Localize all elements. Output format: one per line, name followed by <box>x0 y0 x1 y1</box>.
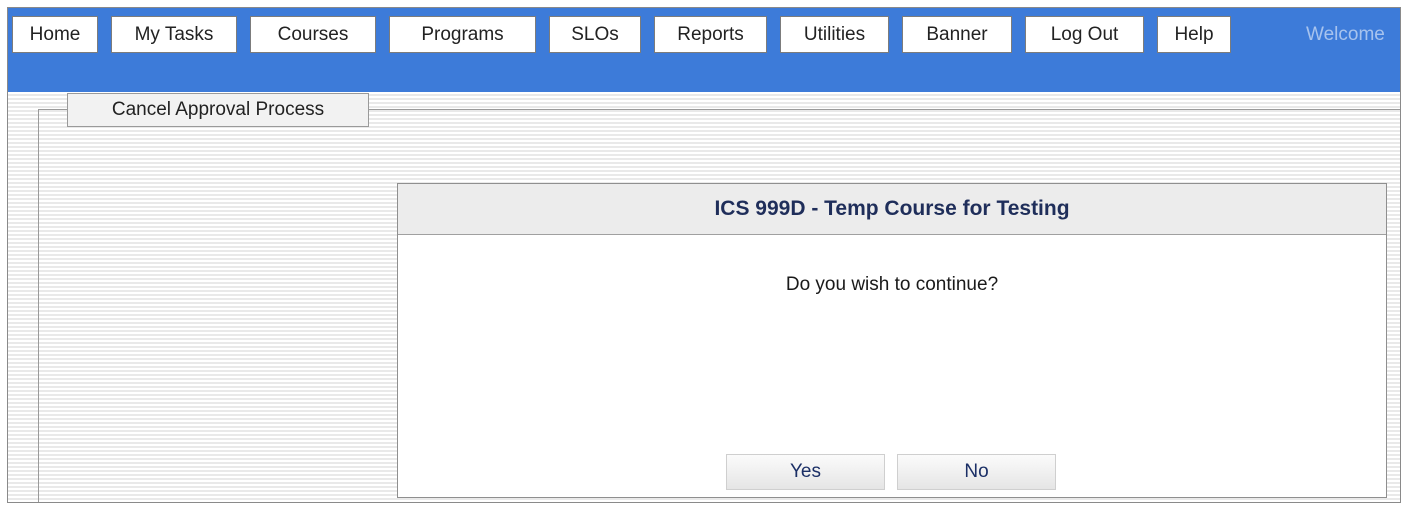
nav-courses-button[interactable]: Courses <box>250 16 376 53</box>
cancel-approval-process-button[interactable]: Cancel Approval Process <box>67 93 369 127</box>
nav-log-out-button[interactable]: Log Out <box>1025 16 1144 53</box>
nav-help-button[interactable]: Help <box>1157 16 1231 53</box>
nav-my-tasks-button[interactable]: My Tasks <box>111 16 237 53</box>
nav-programs-button[interactable]: Programs <box>389 16 536 53</box>
group-box-left-border <box>38 109 39 502</box>
yes-button[interactable]: Yes <box>726 454 885 490</box>
nav-utilities-button[interactable]: Utilities <box>780 16 889 53</box>
app-window: Home My Tasks Courses Programs SLOs Repo… <box>7 7 1401 503</box>
no-button[interactable]: No <box>897 454 1056 490</box>
nav-banner-button[interactable]: Banner <box>902 16 1012 53</box>
dialog-message: Do you wish to continue? <box>785 274 999 295</box>
nav-slos-button[interactable]: SLOs <box>549 16 641 53</box>
confirm-dialog: ICS 999D - Temp Course for Testing Do yo… <box>397 183 1387 498</box>
nav-home-button[interactable]: Home <box>12 16 98 53</box>
nav-reports-button[interactable]: Reports <box>654 16 767 53</box>
dialog-title: ICS 999D - Temp Course for Testing <box>398 184 1386 235</box>
top-nav-bar: Home My Tasks Courses Programs SLOs Repo… <box>8 8 1400 92</box>
welcome-text: Welcome <box>1306 24 1385 45</box>
